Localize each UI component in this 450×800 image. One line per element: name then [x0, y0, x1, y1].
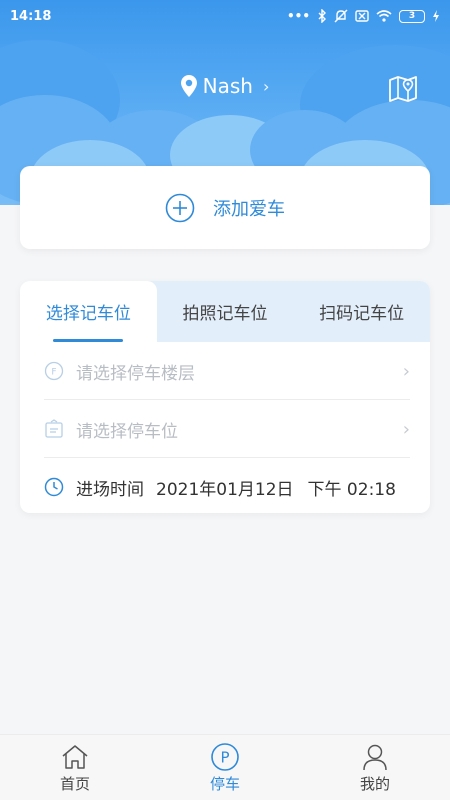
entry-time: 下午 02:18	[307, 479, 396, 500]
nav-parking[interactable]: P 停车	[150, 735, 300, 800]
status-time: 14:18	[10, 8, 52, 24]
chevron-right-icon: ›	[402, 360, 410, 382]
add-car-button[interactable]: 添加爱车	[20, 166, 430, 249]
nav-parking-label: 停车	[209, 774, 240, 793]
wifi-icon	[376, 10, 392, 22]
nav-home[interactable]: 首页	[0, 735, 150, 800]
location-selector[interactable]: Nash ›	[0, 74, 450, 98]
floor-icon: F	[44, 361, 64, 381]
home-icon	[62, 744, 88, 769]
location-name: Nash	[202, 74, 253, 98]
svg-text:P: P	[220, 748, 229, 766]
nav-mine-label: 我的	[359, 774, 390, 793]
mute-bell-icon	[334, 9, 348, 23]
floor-placeholder: 请选择停车楼层	[76, 363, 195, 384]
chevron-right-icon: ›	[402, 418, 410, 440]
status-icons: ••• 3	[287, 9, 440, 23]
location-pin-icon	[180, 75, 197, 97]
no-sim-icon	[355, 10, 369, 22]
entry-time-label: 进场时间	[76, 479, 144, 500]
parking-icon: P	[211, 742, 239, 771]
parking-spot-icon	[45, 419, 63, 438]
floor-selector[interactable]: F 请选择停车楼层 ›	[44, 342, 410, 400]
battery-icon: 3	[399, 9, 425, 23]
spot-selector[interactable]: 请选择停车位 ›	[44, 400, 410, 458]
tab-photo-spot[interactable]: 拍照记车位	[157, 281, 294, 342]
bluetooth-icon	[318, 9, 326, 23]
parking-record-card: 选择记车位 拍照记车位 扫码记车位 F 请选择停车楼层 › 请选择停车位 › 进…	[20, 281, 430, 513]
add-circle-icon	[165, 193, 195, 222]
charging-icon	[433, 10, 439, 22]
svg-text:F: F	[51, 368, 56, 378]
entry-time-row: 进场时间 2021年01月12日 下午 02:18	[44, 458, 410, 513]
spot-placeholder: 请选择停车位	[76, 421, 178, 442]
record-tabs: 选择记车位 拍照记车位 扫码记车位	[20, 281, 430, 342]
bottom-nav: 首页 P 停车 我的	[0, 734, 450, 800]
add-car-label: 添加爱车	[213, 198, 285, 220]
entry-date: 2021年01月12日	[156, 479, 294, 500]
tab-scan-spot[interactable]: 扫码记车位	[293, 281, 430, 342]
clock-icon	[44, 477, 64, 497]
map-icon[interactable]	[388, 74, 418, 102]
chevron-right-icon: ›	[262, 76, 270, 96]
nav-mine[interactable]: 我的	[300, 735, 450, 800]
tab-select-spot[interactable]: 选择记车位	[20, 281, 157, 342]
nav-home-label: 首页	[59, 774, 90, 793]
status-bar: 14:18 ••• 3	[0, 0, 450, 32]
more-dots-icon: •••	[286, 9, 310, 23]
user-icon	[363, 744, 387, 770]
